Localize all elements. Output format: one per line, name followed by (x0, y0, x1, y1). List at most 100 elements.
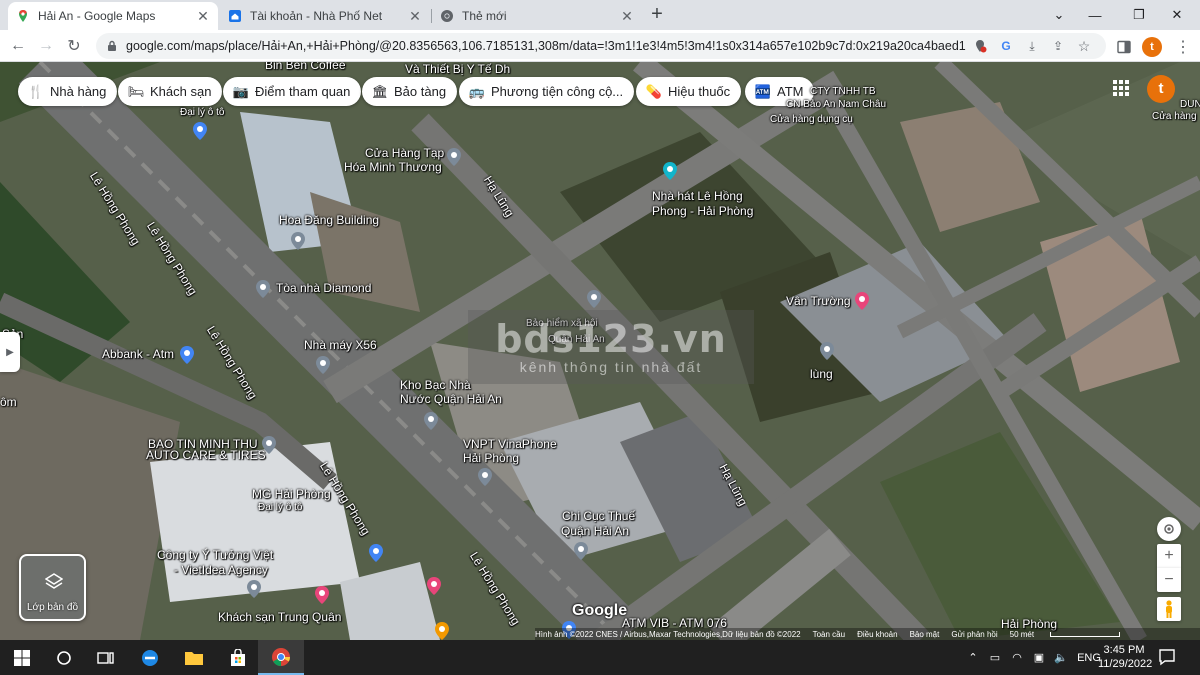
satellite-map[interactable]: 🍴 Nhà hàng 🛏 Khách sạn 📷 Điểm tham quan 🏛 Bả… (0, 62, 1200, 640)
battery-icon[interactable]: ▭ (984, 651, 1006, 664)
reload-button[interactable]: ↻ (62, 34, 86, 58)
minimize-button[interactable]: — (1072, 0, 1118, 30)
close-window-button[interactable]: ✕ (1154, 0, 1200, 30)
chrome-app-button[interactable] (258, 640, 304, 675)
start-button[interactable] (0, 640, 44, 675)
place-label[interactable]: Hóa Minh Thương (344, 161, 442, 174)
place-label[interactable]: Tòa nhà Diamond (276, 282, 371, 295)
category-museums[interactable]: 🏛 Bảo tàng (362, 77, 458, 106)
place-pin-icon[interactable] (447, 148, 461, 166)
bookmark-star-icon[interactable]: ☆ (1076, 38, 1092, 54)
chevron-up-icon[interactable]: ⌃ (962, 651, 984, 664)
tab-nha-pho-net[interactable]: Tài khoản - Nhà Phố Net ✕ (220, 2, 430, 30)
place-pin-icon[interactable] (247, 580, 261, 598)
restaurant-pin-icon[interactable] (435, 622, 449, 640)
share-icon[interactable]: ⇪ (1050, 38, 1066, 54)
new-tab-button[interactable]: + (646, 4, 668, 26)
store-app-button[interactable] (216, 640, 260, 675)
hotel-pin-icon[interactable] (427, 577, 441, 595)
place-label[interactable]: Khách sạn Trung Quân (218, 611, 341, 624)
place-label[interactable]: Và Thiết Bị Y Tế Dh (405, 63, 510, 76)
close-tab-icon[interactable]: ✕ (408, 9, 422, 23)
lock-icon[interactable] (106, 40, 118, 52)
category-restaurants[interactable]: 🍴 Nhà hàng (18, 77, 118, 106)
place-label[interactable]: lùng (810, 368, 833, 381)
place-pin-icon[interactable] (478, 468, 492, 486)
address-bar[interactable]: google.com/maps/place/Hải+An,+Hải+Phòng/… (96, 33, 1106, 59)
hotel-pin-icon[interactable] (855, 292, 869, 310)
place-label[interactable]: MG Hải Phòng (252, 488, 331, 501)
kebab-menu-icon[interactable]: ⋮ (1174, 38, 1192, 56)
government-pin-icon[interactable] (424, 412, 438, 430)
place-label[interactable]: DUN (1180, 99, 1200, 110)
install-icon[interactable]: ⤓ (1024, 38, 1040, 54)
profile-avatar[interactable]: t (1142, 37, 1162, 57)
place-label[interactable]: Công ty Ý Tưởng Việt (157, 549, 273, 562)
notification-center-icon[interactable] (1158, 648, 1176, 666)
task-view-button[interactable] (84, 640, 128, 675)
car-dealer-pin-icon[interactable] (369, 544, 383, 562)
category-transit[interactable]: 🚌 Phương tiện công cộ... (459, 77, 635, 106)
place-label[interactable]: CN Bảo An Nam Châu (786, 99, 886, 110)
place-label[interactable]: Đại lý ô tô (258, 502, 302, 513)
search-button[interactable] (42, 640, 86, 675)
display-icon[interactable]: ▣ (1028, 651, 1050, 664)
back-button[interactable]: ← (6, 34, 30, 58)
google-apps-icon[interactable] (1113, 80, 1129, 96)
category-pharmacy[interactable]: 💊 Hiệu thuốc (636, 77, 742, 106)
pegman-button[interactable] (1157, 597, 1181, 621)
layers-button[interactable]: Lớp bản đồ (19, 554, 86, 621)
my-location-button[interactable] (1157, 517, 1181, 541)
google-translate-icon[interactable]: G (998, 38, 1014, 54)
place-label[interactable]: Nước Quận Hải An (400, 393, 502, 406)
place-label[interactable]: Nhà máy X56 (304, 339, 377, 352)
url-text[interactable]: google.com/maps/place/Hải+An,+Hải+Phòng/… (126, 39, 966, 53)
place-label[interactable]: ôm (0, 396, 17, 409)
place-label[interactable]: Nhà hát Lê Hồng (652, 190, 743, 203)
government-pin-icon[interactable] (574, 542, 588, 560)
place-label[interactable]: Phong - Hải Phòng (652, 205, 753, 218)
edge-app-button[interactable] (128, 640, 172, 675)
atm-pin-icon[interactable] (180, 346, 194, 364)
close-tab-icon[interactable]: ✕ (196, 9, 210, 23)
side-panel-icon[interactable] (1115, 38, 1133, 56)
place-label[interactable]: Chi Cục Thuế (562, 510, 635, 523)
place-label[interactable]: Abbank - Atm (102, 348, 174, 361)
category-attractions[interactable]: 📷 Điểm tham quan (223, 77, 362, 106)
scale-label[interactable]: 50 mét (1010, 630, 1132, 639)
privacy-link[interactable]: Bảo mật (910, 630, 940, 639)
tab-new-tab[interactable]: Thẻ mới ✕ (432, 2, 642, 30)
wifi-icon[interactable]: ◠ (1006, 651, 1028, 664)
government-pin-icon[interactable] (587, 290, 601, 308)
close-tab-icon[interactable]: ✕ (620, 9, 634, 23)
feedback-link[interactable]: Gửi phản hồi (951, 630, 997, 639)
hotel-pin-icon[interactable] (315, 586, 329, 604)
place-label[interactable]: Cửa hàng dụng cụ (770, 114, 853, 125)
place-label[interactable]: Vân Trường (786, 295, 851, 308)
place-label[interactable]: Đại lý ô tô (180, 107, 224, 118)
account-avatar[interactable]: t (1147, 75, 1175, 103)
collapse-side-panel-button[interactable]: ▶ (0, 332, 20, 372)
zoom-in-button[interactable]: + (1157, 544, 1181, 568)
place-label[interactable]: - VietIdea Agency (174, 564, 268, 577)
tab-google-maps[interactable]: Hải An - Google Maps ✕ (8, 2, 218, 30)
global-link[interactable]: Toàn cầu (813, 630, 845, 639)
place-label[interactable]: VNPT VinaPhone (463, 438, 557, 451)
terms-link[interactable]: Điều khoản (857, 630, 897, 639)
place-pin-icon[interactable] (820, 342, 834, 360)
place-pin-icon[interactable] (291, 232, 305, 250)
zoom-out-button[interactable]: − (1157, 568, 1181, 592)
blocked-location-icon[interactable] (972, 38, 988, 54)
place-label[interactable]: CTY TNHH TB (810, 86, 876, 97)
clock[interactable]: 3:45 PM 11/29/2022 (1098, 643, 1152, 671)
place-label[interactable]: Kho Bạc Nhà (400, 379, 471, 392)
place-label[interactable]: Hoa Đăng Building (279, 214, 379, 227)
car-dealer-pin-icon[interactable] (193, 122, 207, 140)
place-label[interactable]: Cửa Hàng Tạp (365, 147, 444, 160)
place-label[interactable]: Cửa hàng (1152, 111, 1197, 122)
place-pin-icon[interactable] (256, 280, 270, 298)
place-label[interactable]: Bin Ben Coffee (265, 62, 346, 72)
place-label[interactable]: AUTO CARE & TIRES (146, 449, 266, 462)
place-label[interactable]: Hải Phòng (463, 452, 519, 465)
volume-muted-icon[interactable]: 🔈 (1050, 651, 1072, 664)
